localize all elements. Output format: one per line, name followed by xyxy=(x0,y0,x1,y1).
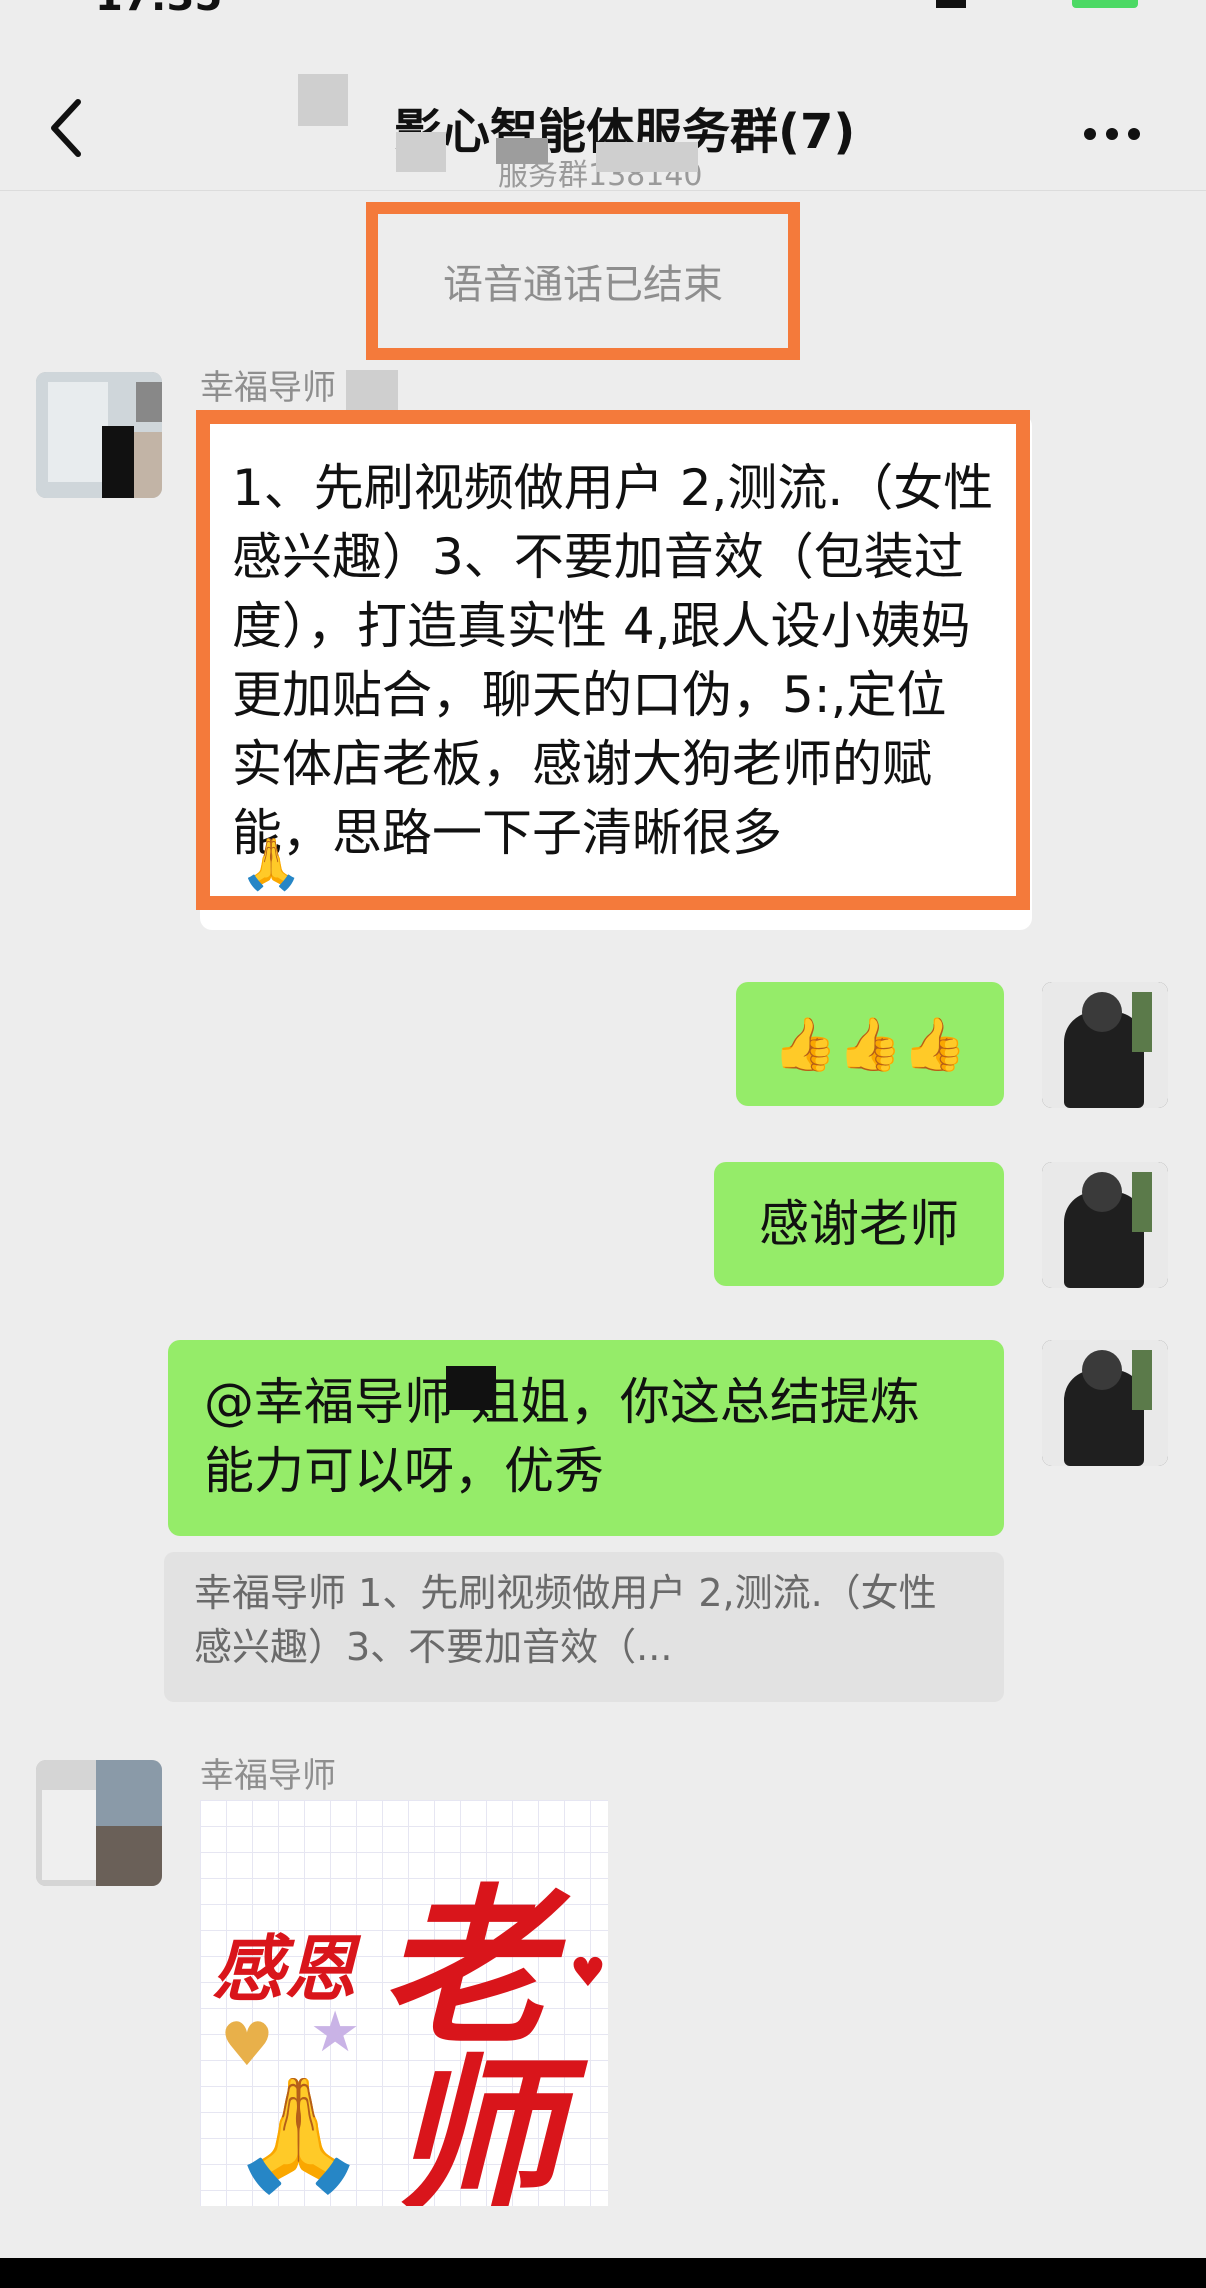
avatar[interactable] xyxy=(1042,1162,1168,1288)
call-ended-text: 语音通话已结束 xyxy=(443,262,723,308)
chevron-left-icon xyxy=(51,99,81,157)
message-text: 感谢老师 xyxy=(759,1194,959,1253)
blurred-name-mask xyxy=(346,370,398,410)
battery-icon xyxy=(1072,0,1138,8)
sticker-text-teacher-2: 师 xyxy=(390,2038,561,2206)
message-bubble[interactable]: @幸福导师 姐姐，你这总结提炼能力可以呀，优秀 xyxy=(168,1340,1004,1536)
quoted-message[interactable]: 幸福导师 1、先刷视频做用户 2,测流.（女性感兴趣）3、不要加音效（... xyxy=(164,1552,1004,1702)
avatar[interactable] xyxy=(36,1760,162,1886)
quoted-message-text: 幸福导师 1、先刷视频做用户 2,测流.（女性感兴趣）3、不要加音效（... xyxy=(194,1571,937,1669)
blurred-subtitle-mask xyxy=(596,142,698,172)
signal-icon xyxy=(936,0,966,8)
more-options-button[interactable] xyxy=(1084,114,1148,154)
message-text: 1、先刷视频做用户 2,测流.（女性感兴趣）3、不要加音效（包装过度），打造真实… xyxy=(232,459,994,862)
avatar[interactable] xyxy=(36,372,162,498)
message-text: @幸福导师 姐姐，你这总结提炼能力可以呀，优秀 xyxy=(204,1373,920,1500)
blurred-subtitle-mask xyxy=(496,138,548,164)
home-indicator-bar xyxy=(0,2258,1206,2288)
heart-icon: ♥ xyxy=(570,1950,606,1996)
clapping-hands-icon: 🙏 xyxy=(230,2070,367,2198)
more-dot-icon xyxy=(1128,128,1140,140)
call-ended-notice: 语音通话已结束 xyxy=(366,202,800,360)
sender-name: 幸福导师 xyxy=(200,1756,336,1796)
thumbs-up-emoji: 👍👍👍 xyxy=(772,1014,968,1075)
more-dot-icon xyxy=(1084,128,1096,140)
message-bubble[interactable]: 👍👍👍 xyxy=(736,982,1004,1106)
star-icon: ★ xyxy=(310,2000,361,2065)
avatar[interactable] xyxy=(1042,982,1168,1108)
blurred-avatar xyxy=(298,74,348,126)
highlighted-message[interactable]: 1、先刷视频做用户 2,测流.（女性感兴趣）3、不要加音效（包装过度），打造真实… xyxy=(196,410,1030,910)
blurred-subtitle-mask xyxy=(396,132,446,172)
status-bar: 17:35 xyxy=(0,0,1206,20)
thanks-teacher-sticker[interactable]: 感恩 老 师 ♥ ♥ ★ 🙏 xyxy=(200,1800,608,2206)
blurred-mention-mask xyxy=(446,1366,496,1410)
pray-emoji: 🙏 xyxy=(240,835,303,893)
more-dot-icon xyxy=(1106,128,1118,140)
chat-header: 影心智能体服务群(7) 服务群138140 xyxy=(0,14,1206,193)
message-bubble[interactable]: 感谢老师 xyxy=(714,1162,1004,1286)
sender-name: 幸福导师 xyxy=(200,368,336,408)
avatar[interactable] xyxy=(1042,1340,1168,1466)
back-button[interactable] xyxy=(40,92,96,164)
